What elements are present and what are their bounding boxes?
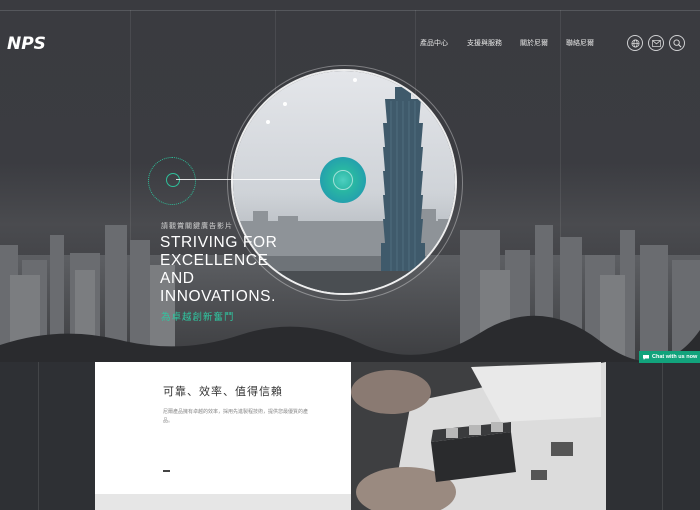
mail-icon[interactable] xyxy=(648,35,664,51)
nav-item-about[interactable]: 關於尼爾 xyxy=(520,38,548,48)
feature-dash xyxy=(163,470,170,472)
feature-title: 可靠、效率、值得信賴 xyxy=(163,386,283,398)
top-divider xyxy=(0,10,700,11)
decorative-dot xyxy=(353,78,357,82)
hero-video-caption[interactable]: 請觀賞關鍵廣告影片 xyxy=(161,221,233,231)
globe-icon[interactable] xyxy=(627,35,643,51)
hero-title-line: EXCELLENCE xyxy=(160,252,269,269)
hero-title: STRIVING FOR EXCELLENCE AND INNOVATIONS. xyxy=(160,234,320,306)
decorative-dot xyxy=(266,120,270,124)
product-photo xyxy=(351,362,606,510)
search-icon[interactable] xyxy=(669,35,685,51)
nav-item-products[interactable]: 產品中心 xyxy=(420,38,448,48)
grid-line xyxy=(662,362,663,510)
teal-orb-ring xyxy=(333,170,353,190)
hero-subtitle: 為卓越創新奮鬥 xyxy=(161,312,235,323)
connector-line xyxy=(176,179,329,180)
feature-description: 尼爾產品擁有卓越的效率，採用先進製程技術，提供您最優質的產品。 xyxy=(163,409,309,424)
nps-logo[interactable]: NPS xyxy=(7,34,46,54)
chat-label: Chat with us now xyxy=(652,354,698,360)
play-video-dot[interactable] xyxy=(166,173,180,187)
chat-icon xyxy=(643,354,649,360)
nav-item-contact[interactable]: 聯絡尼爾 xyxy=(566,38,594,48)
hero-title-line: AND xyxy=(160,270,195,287)
feature-card-footer xyxy=(95,494,351,510)
hero-title-line: STRIVING FOR xyxy=(160,234,278,251)
grid-line xyxy=(38,362,39,510)
nav-item-support[interactable]: 支援與服務 xyxy=(467,38,502,48)
chat-button[interactable]: Chat with us now xyxy=(639,351,700,363)
decorative-dot xyxy=(283,102,287,106)
hero-title-line: INNOVATIONS. xyxy=(160,288,276,305)
hero-banner: NPS 產品中心 支援與服務 關於尼爾 聯絡尼爾 請觀賞關鍵廣告影片 STRIV… xyxy=(0,0,700,362)
